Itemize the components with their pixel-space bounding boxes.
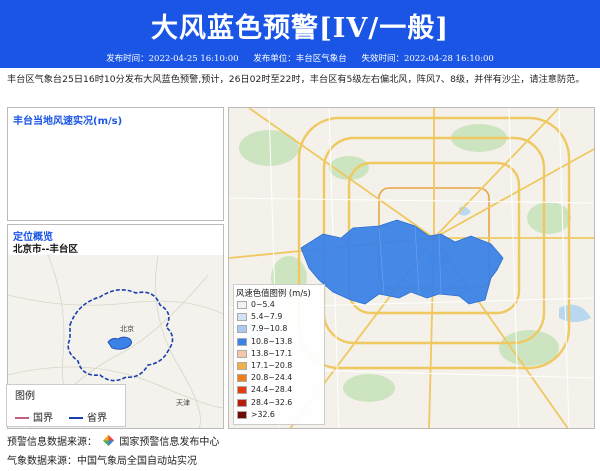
wind-scale-label: 28.4~32.6 (251, 397, 293, 407)
warning-banner: 大风蓝色预警[IV/一般] (0, 0, 600, 52)
wind-scale-label: 17.1~20.8 (251, 361, 293, 370)
issue-time: 发布时间：2022-04-25 16:10:00 (106, 54, 239, 64)
warning-source-label: 预警信息数据来源： (7, 437, 97, 448)
wind-scale-swatch (237, 398, 247, 407)
wind-scale-swatch (237, 386, 247, 395)
wind-scale-label: 0~5.4 (251, 300, 275, 309)
legend-item-national-border: 国界 (15, 409, 53, 424)
location-subtitle: 北京市--丰台区 (13, 244, 78, 255)
wind-scale-label: 5.4~7.9 (251, 312, 283, 322)
wind-scale-row: 24.4~28.4 (237, 385, 292, 395)
wind-scale-row: 13.8~17.1 (237, 349, 292, 359)
wind-scale-row: 0~5.4 (237, 300, 275, 310)
warning-source: 预警信息数据来源： 国家预警信息发布中心 (7, 433, 219, 448)
wind-scale-swatch (237, 362, 247, 370)
wind-scale-label: 13.8~17.1 (251, 348, 293, 358)
wind-observation-panel: 丰台当地风速实况(m/s) (7, 107, 224, 221)
legend-title: 图例 (15, 391, 35, 402)
label-tianjin: 天津 (176, 399, 190, 407)
weather-source: 气象数据来源：中国气象局全国自动站实况 (7, 456, 197, 467)
wind-scale-swatch (237, 325, 247, 334)
warning-center-logo-icon (103, 435, 115, 446)
warning-content: 丰台区气象台25日16时10分发布大风蓝色预警,预计，26日02时至22时，丰台… (7, 74, 585, 85)
wind-scale-swatch (237, 410, 247, 419)
wind-scale-swatch (237, 374, 247, 383)
wind-scale-swatch (237, 349, 247, 358)
expire-time: 失效时间：2022-04-28 16:10:00 (361, 54, 494, 64)
wind-scale-row: 20.8~24.4 (237, 373, 292, 383)
wind-scale-swatch (237, 313, 247, 322)
wind-scale-row: 5.4~7.9 (237, 312, 282, 322)
province-border-icon (69, 417, 83, 419)
wind-scale-row: 10.8~13.8 (237, 337, 292, 347)
wind-scale-swatch (237, 301, 247, 309)
wind-scale-label: >32.6 (251, 409, 275, 419)
wind-panel-title: 丰台当地风速实况(m/s) (13, 116, 123, 127)
wind-scale-row: >32.6 (237, 410, 275, 420)
wind-scale-swatch (237, 337, 247, 346)
wind-scale-row: 7.9~10.8 (237, 324, 287, 334)
wind-scale-label: 24.4~28.4 (251, 385, 293, 395)
national-border-icon (15, 417, 29, 419)
issuer: 发布单位：丰台区气象台 (253, 54, 347, 64)
warning-source-name[interactable]: 国家预警信息发布中心 (119, 437, 219, 448)
wind-scale-title: 风速色值图例 (m/s) (236, 288, 311, 298)
label-beijing: 北京 (120, 324, 134, 333)
legend-item-province-border: 省界 (69, 409, 107, 424)
wind-scale-row: 28.4~32.6 (237, 398, 292, 408)
info-bar: 发布时间：2022-04-25 16:10:00 发布单位：丰台区气象台 失效时… (0, 52, 600, 68)
wind-scale-label: 10.8~13.8 (251, 336, 293, 346)
wind-scale-label: 7.9~10.8 (251, 324, 288, 334)
page-title: 大风蓝色预警[IV/一般] (151, 13, 449, 44)
wind-speed-scale: 风速色值图例 (m/s) 0~5.4 5.4~7.9 7.9~10.8 10.8~13… (233, 284, 325, 425)
wind-scale-label: 20.8~24.4 (251, 373, 293, 383)
wind-scale-row: 17.1~20.8 (237, 361, 292, 371)
map-legend: 图例 国界 省界 (6, 384, 126, 427)
